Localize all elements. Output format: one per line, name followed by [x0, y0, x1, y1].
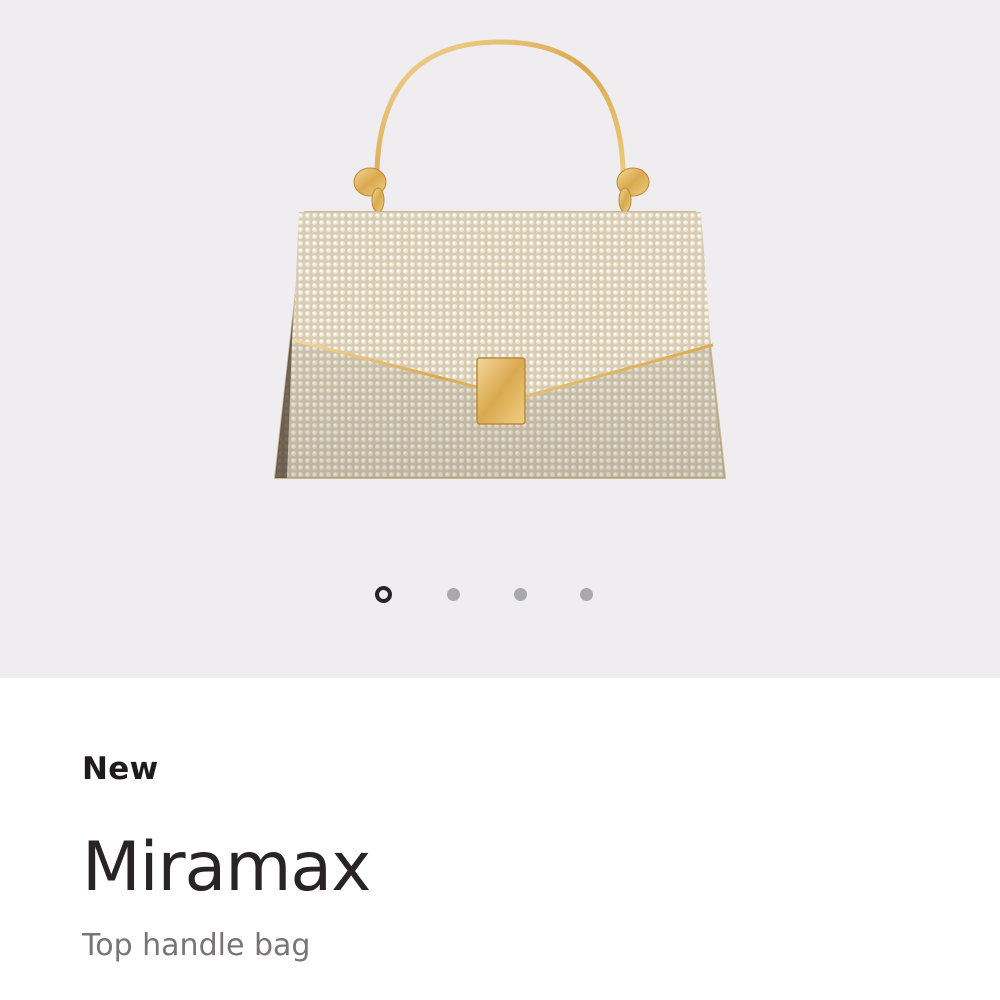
carousel-pagination: [0, 582, 1000, 610]
carousel-dot-1-active[interactable]: [375, 586, 392, 603]
carousel-dot-4[interactable]: [580, 588, 593, 601]
carousel-dot-3[interactable]: [514, 588, 527, 601]
product-image-gallery[interactable]: [0, 0, 1000, 678]
handbag-product-image[interactable]: [255, 30, 745, 500]
product-title: Miramax: [82, 828, 371, 907]
product-category: Top handle bag: [82, 928, 311, 963]
carousel-dot-2[interactable]: [447, 588, 460, 601]
new-badge: New: [82, 751, 159, 787]
